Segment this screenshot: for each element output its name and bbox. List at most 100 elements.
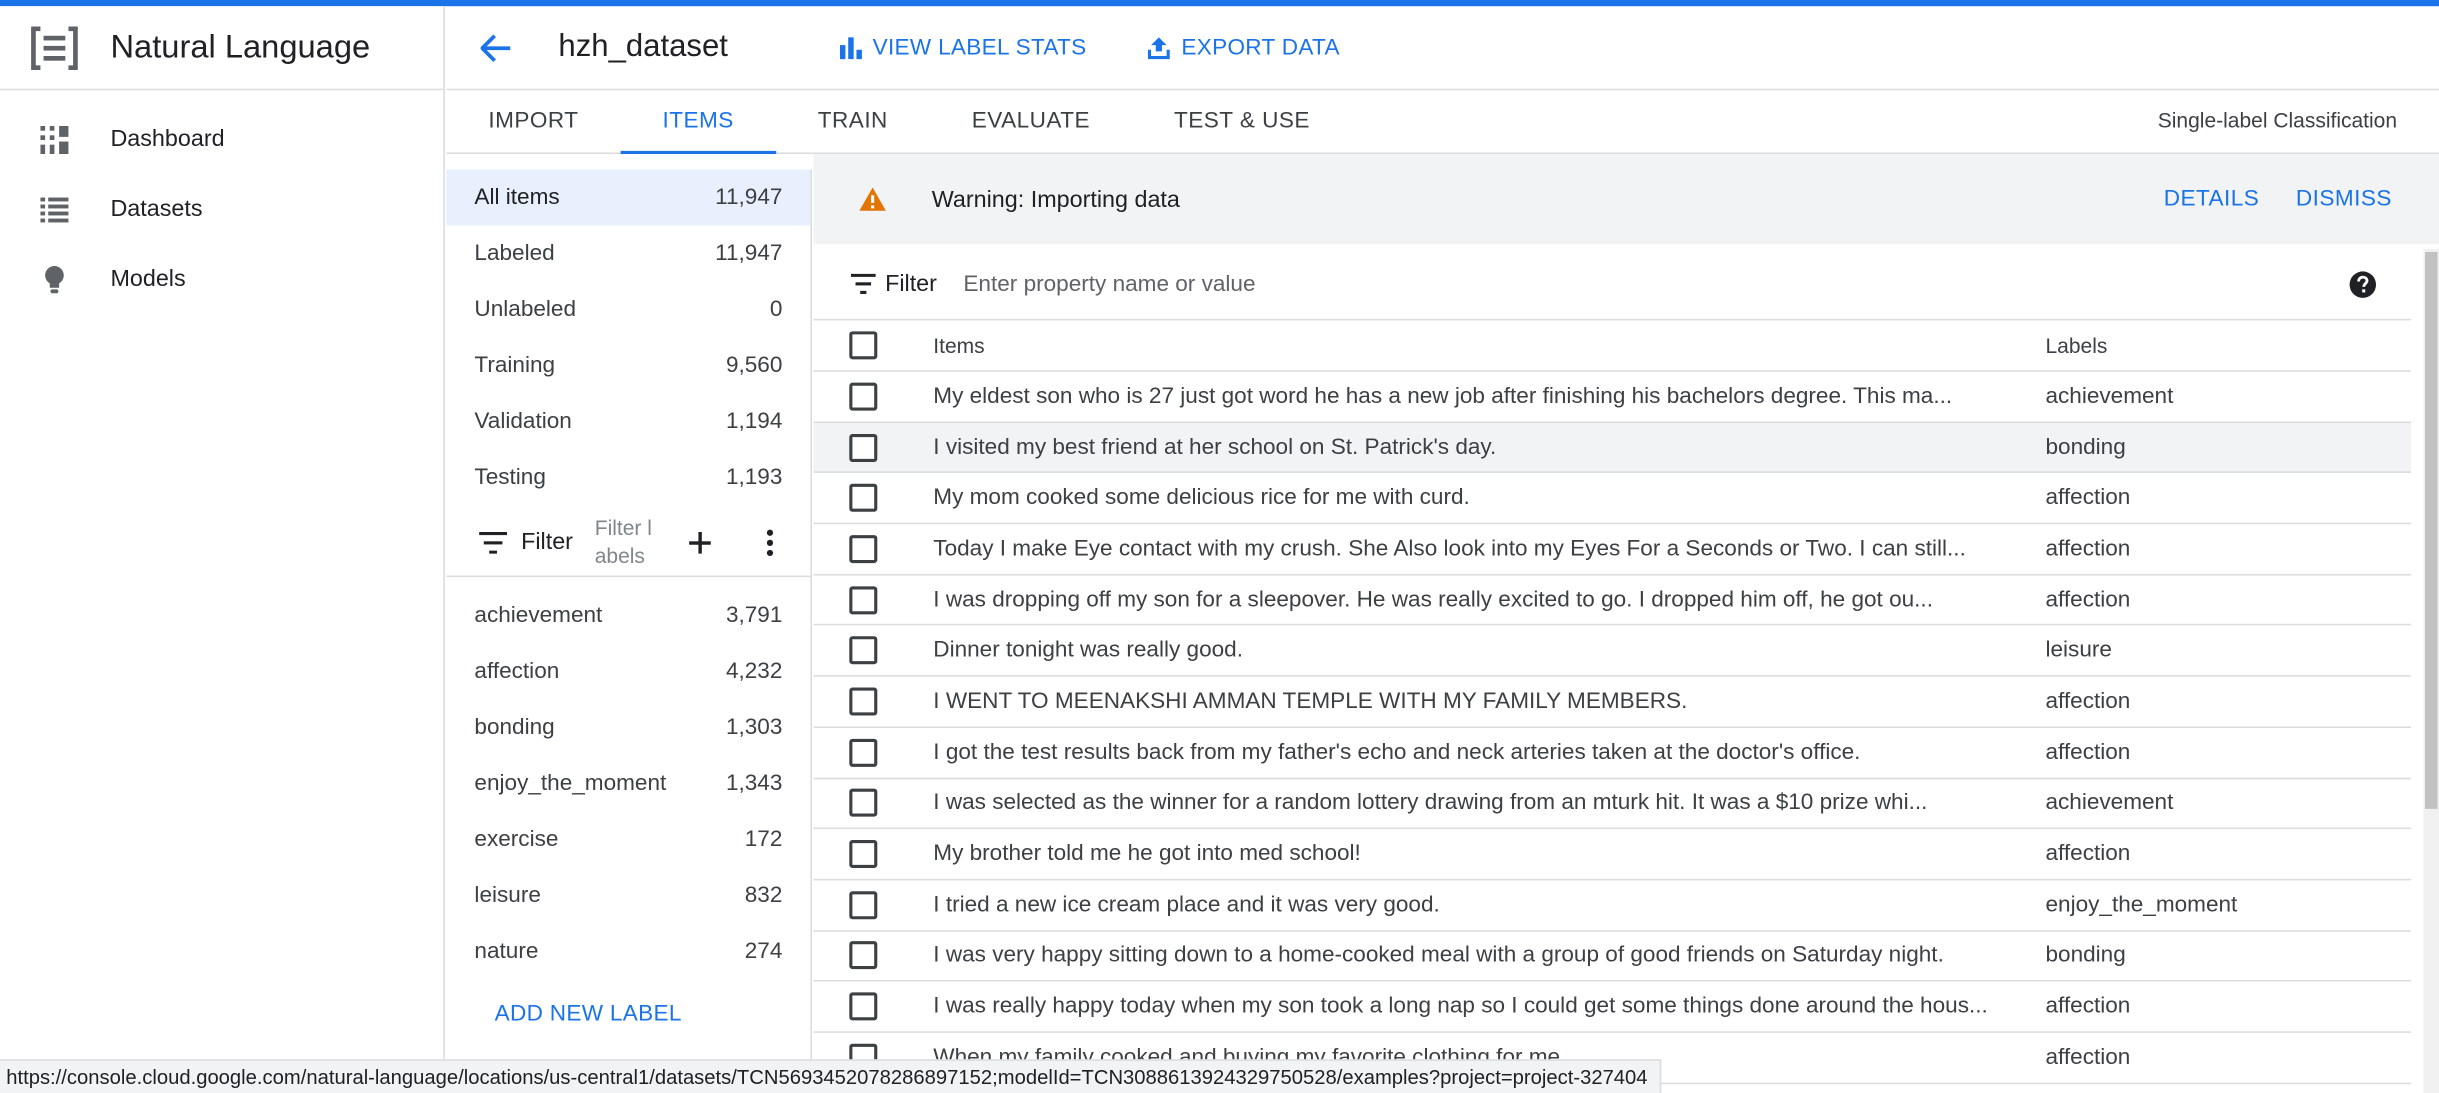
tab-evaluate[interactable]: EVALUATE — [930, 90, 1132, 152]
help-icon[interactable] — [2349, 271, 2377, 299]
row-checkbox[interactable] — [849, 840, 878, 869]
label-row-enjoy-the-moment[interactable]: enjoy_the_moment 1,343 — [446, 756, 810, 812]
item-label: affection — [2045, 739, 2131, 765]
summary-row-testing[interactable]: Testing 1,193 — [446, 450, 810, 506]
nav-item-datasets[interactable]: Datasets — [0, 174, 443, 244]
item-text: My eldest son who is 27 just got word he… — [933, 383, 1953, 409]
table-row[interactable]: My eldest son who is 27 just got word he… — [813, 372, 2412, 423]
item-text: I was very happy sitting down to a home-… — [933, 943, 1944, 969]
item-label: bonding — [2045, 434, 2126, 460]
filter-labels-input[interactable]: Filter labels — [595, 514, 663, 570]
label-row-leisure[interactable]: leisure 832 — [446, 868, 810, 924]
tab-train[interactable]: TRAIN — [776, 90, 930, 152]
warning-icon — [857, 184, 888, 215]
add-new-label-button[interactable]: ADD NEW LABEL — [495, 1002, 811, 1027]
row-checkbox[interactable] — [849, 534, 878, 563]
item-label: affection — [2045, 841, 2131, 867]
item-label: enjoy_the_moment — [2045, 892, 2238, 918]
item-text: Today I make Eye contact with my crush. … — [933, 536, 1966, 562]
summary-count: 1,194 — [725, 409, 783, 434]
tab-test-and-use[interactable]: TEST & USE — [1132, 90, 1352, 152]
label-name: exercise — [474, 827, 559, 853]
table-row[interactable]: I was selected as the winner for a rando… — [813, 779, 2412, 830]
view-label-stats-label: VIEW LABEL STATS — [872, 34, 1087, 60]
summary-label: Training — [474, 353, 556, 378]
add-icon[interactable] — [682, 523, 719, 560]
row-checkbox[interactable] — [849, 687, 878, 716]
table-row[interactable]: I was dropping off my son for a sleepove… — [813, 575, 2412, 626]
select-all-checkbox[interactable] — [849, 331, 878, 360]
vertical-scrollbar[interactable] — [2423, 248, 2439, 1093]
label-row-affection[interactable]: affection 4,232 — [446, 644, 810, 700]
label-row-bonding[interactable]: bonding 1,303 — [446, 700, 810, 756]
summary-row-all-items[interactable]: All items 11,947 — [446, 169, 811, 226]
item-text: I was selected as the winner for a rando… — [933, 790, 1928, 816]
scrollbar-thumb[interactable] — [2425, 251, 2438, 809]
left-navigation: Natural Language Dashboard Datasets Mode… — [0, 6, 445, 1093]
summary-row-unlabeled[interactable]: Unlabeled 0 — [446, 282, 810, 338]
summary-label: Unlabeled — [474, 297, 577, 322]
summary-row-training[interactable]: Training 9,560 — [446, 338, 810, 394]
table-row[interactable]: I WENT TO MEENAKSHI AMMAN TEMPLE WITH MY… — [813, 677, 2412, 728]
label-count: 3,791 — [725, 603, 783, 629]
item-text: I got the test results back from my fath… — [933, 739, 1861, 765]
label-count: 274 — [744, 939, 783, 965]
label-row-achievement[interactable]: achievement 3,791 — [446, 588, 810, 644]
summary-row-validation[interactable]: Validation 1,194 — [446, 394, 810, 450]
nav-item-dashboard[interactable]: Dashboard — [0, 104, 443, 174]
item-label: affection — [2045, 1044, 2131, 1070]
table-row[interactable]: I tried a new ice cream place and it was… — [813, 880, 2412, 932]
label-row-nature[interactable]: nature 274 — [446, 924, 810, 980]
nav-item-label: Dashboard — [110, 125, 225, 153]
summary-row-labeled[interactable]: Labeled 11,947 — [446, 226, 810, 282]
column-header-labels: Labels — [2045, 333, 2108, 357]
details-button[interactable]: DETAILS — [2164, 187, 2260, 212]
nav-item-models[interactable]: Models — [0, 244, 443, 314]
row-checkbox[interactable] — [849, 636, 878, 665]
back-arrow-icon[interactable] — [478, 29, 515, 66]
label-count: 172 — [744, 827, 783, 853]
row-checkbox[interactable] — [849, 433, 878, 462]
table-row[interactable]: I visited my best friend at her school o… — [813, 422, 2412, 474]
tab-import[interactable]: IMPORT — [446, 90, 620, 152]
item-label: affection — [2045, 536, 2131, 562]
upload-icon — [1146, 33, 1174, 61]
label-name: bonding — [474, 715, 555, 741]
item-label: affection — [2045, 587, 2131, 613]
item-text: I tried a new ice cream place and it was… — [933, 892, 1440, 918]
row-checkbox[interactable] — [849, 382, 878, 411]
row-checkbox[interactable] — [849, 992, 878, 1021]
summary-count: 1,193 — [725, 465, 783, 490]
dismiss-button[interactable]: DISMISS — [2296, 187, 2392, 212]
tab-bar: IMPORT ITEMS TRAIN EVALUATE TEST & USE S… — [446, 90, 2439, 154]
status-bar-url: https://console.cloud.google.com/natural… — [0, 1059, 1662, 1093]
table-row[interactable]: Dinner tonight was really good. leisure — [813, 626, 2412, 677]
table-row[interactable]: I got the test results back from my fath… — [813, 728, 2412, 779]
summary-label: All items — [474, 185, 560, 210]
export-data-button[interactable]: EXPORT DATA — [1146, 33, 1340, 61]
view-label-stats-button[interactable]: VIEW LABEL STATS — [837, 33, 1087, 61]
table-row[interactable]: Today I make Eye contact with my crush. … — [813, 524, 2412, 576]
row-checkbox[interactable] — [849, 890, 878, 919]
warning-text: Warning: Importing data — [931, 185, 1180, 213]
more-vert-icon[interactable] — [752, 523, 789, 560]
item-text: I visited my best friend at her school o… — [933, 434, 1497, 460]
label-row-exercise[interactable]: exercise 172 — [446, 812, 810, 868]
table-row[interactable]: My brother told me he got into med schoo… — [813, 829, 2412, 881]
dataset-title: hzh_dataset — [558, 29, 728, 64]
filter-property-input[interactable] — [963, 271, 2053, 297]
row-checkbox[interactable] — [849, 789, 878, 818]
table-row[interactable]: My mom cooked some delicious rice for me… — [813, 473, 2412, 525]
table-row[interactable]: I was very happy sitting down to a home-… — [813, 931, 2412, 982]
row-checkbox[interactable] — [849, 585, 878, 614]
tab-items[interactable]: ITEMS — [620, 90, 776, 154]
summary-label: Validation — [474, 409, 572, 434]
row-checkbox[interactable] — [849, 484, 878, 513]
row-checkbox[interactable] — [849, 941, 878, 970]
summary-count: 9,560 — [725, 353, 783, 378]
row-checkbox[interactable] — [849, 738, 878, 767]
summary-count: 11,947 — [715, 185, 783, 210]
table-row[interactable]: I was really happy today when my son too… — [813, 982, 2412, 1033]
label-count: 832 — [744, 883, 783, 909]
bar-chart-icon — [837, 33, 865, 61]
